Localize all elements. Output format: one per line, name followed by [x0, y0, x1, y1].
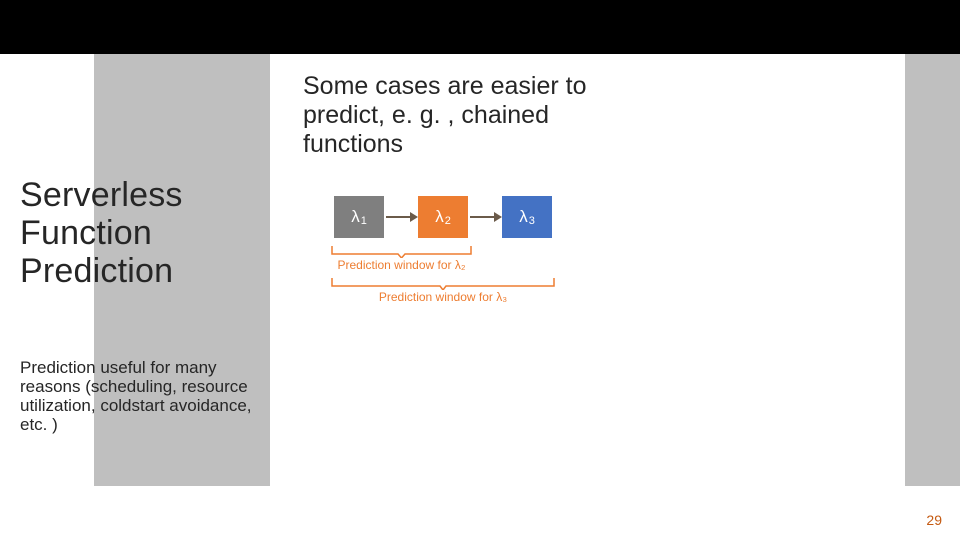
bracket-label: Prediction window for λ₂ — [330, 258, 473, 272]
lambda-box-3: λ3 — [502, 196, 552, 238]
arrow-icon — [468, 210, 502, 224]
chain-diagram: λ1 λ2 λ3 Prediction window for λ₂ — [334, 196, 594, 304]
lambda-chain-row: λ1 λ2 λ3 — [334, 196, 594, 238]
lambda-sub: 1 — [361, 215, 367, 227]
lambda-box-1: λ1 — [334, 196, 384, 238]
prediction-window-2: Prediction window for λ₂ — [330, 244, 473, 272]
slide-title: Serverless Function Prediction — [20, 176, 260, 290]
bracket-label: Prediction window for λ₃ — [330, 290, 556, 304]
arrow-icon — [384, 210, 418, 224]
slide-subtitle: Prediction useful for many reasons (sche… — [20, 358, 270, 434]
lambda-glyph: λ — [519, 207, 528, 227]
body-heading: Some cases are easier to predict, e. g. … — [303, 72, 603, 158]
page-number: 29 — [926, 512, 942, 528]
gray-strip-right — [905, 54, 960, 486]
lambda-box-2: λ2 — [418, 196, 468, 238]
slide: Serverless Function Prediction Predictio… — [0, 0, 960, 540]
lambda-glyph: λ — [351, 207, 360, 227]
lambda-sub: 2 — [445, 215, 451, 227]
top-black-bar — [0, 0, 960, 54]
lambda-sub: 3 — [529, 215, 535, 227]
prediction-window-3: Prediction window for λ₃ — [330, 276, 556, 304]
lambda-glyph: λ — [435, 207, 444, 227]
